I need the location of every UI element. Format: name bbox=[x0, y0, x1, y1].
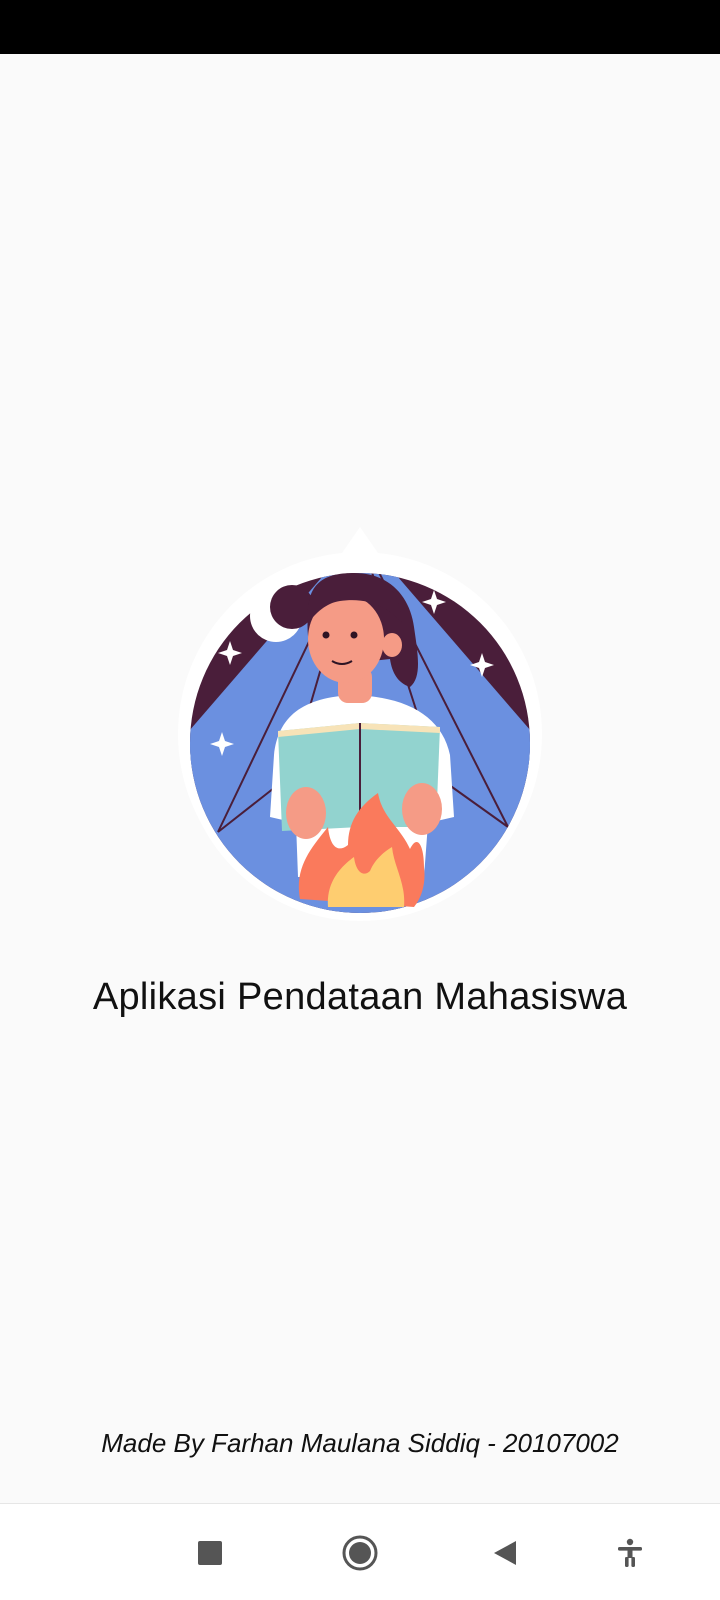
circle-home-icon bbox=[342, 1535, 378, 1570]
illustration-svg bbox=[178, 527, 542, 921]
status-bar bbox=[0, 0, 720, 54]
accessibility-button[interactable] bbox=[590, 1504, 670, 1600]
triangle-back-icon bbox=[494, 1540, 516, 1565]
student-reading-illustration bbox=[178, 527, 542, 925]
navigation-bar bbox=[0, 1503, 720, 1600]
home-button[interactable] bbox=[320, 1504, 400, 1600]
app-title: Aplikasi Pendataan Mahasiswa bbox=[92, 976, 628, 1018]
square-recents-icon bbox=[198, 1540, 222, 1565]
accessibility-person-icon bbox=[618, 1538, 642, 1567]
back-button[interactable] bbox=[465, 1504, 545, 1600]
recents-button[interactable] bbox=[170, 1504, 250, 1600]
splash-screen: Aplikasi Pendataan Mahasiswa Made By Far… bbox=[0, 0, 720, 1600]
credit-text: Made By Farhan Maulana Siddiq - 20107002 bbox=[101, 1428, 619, 1458]
